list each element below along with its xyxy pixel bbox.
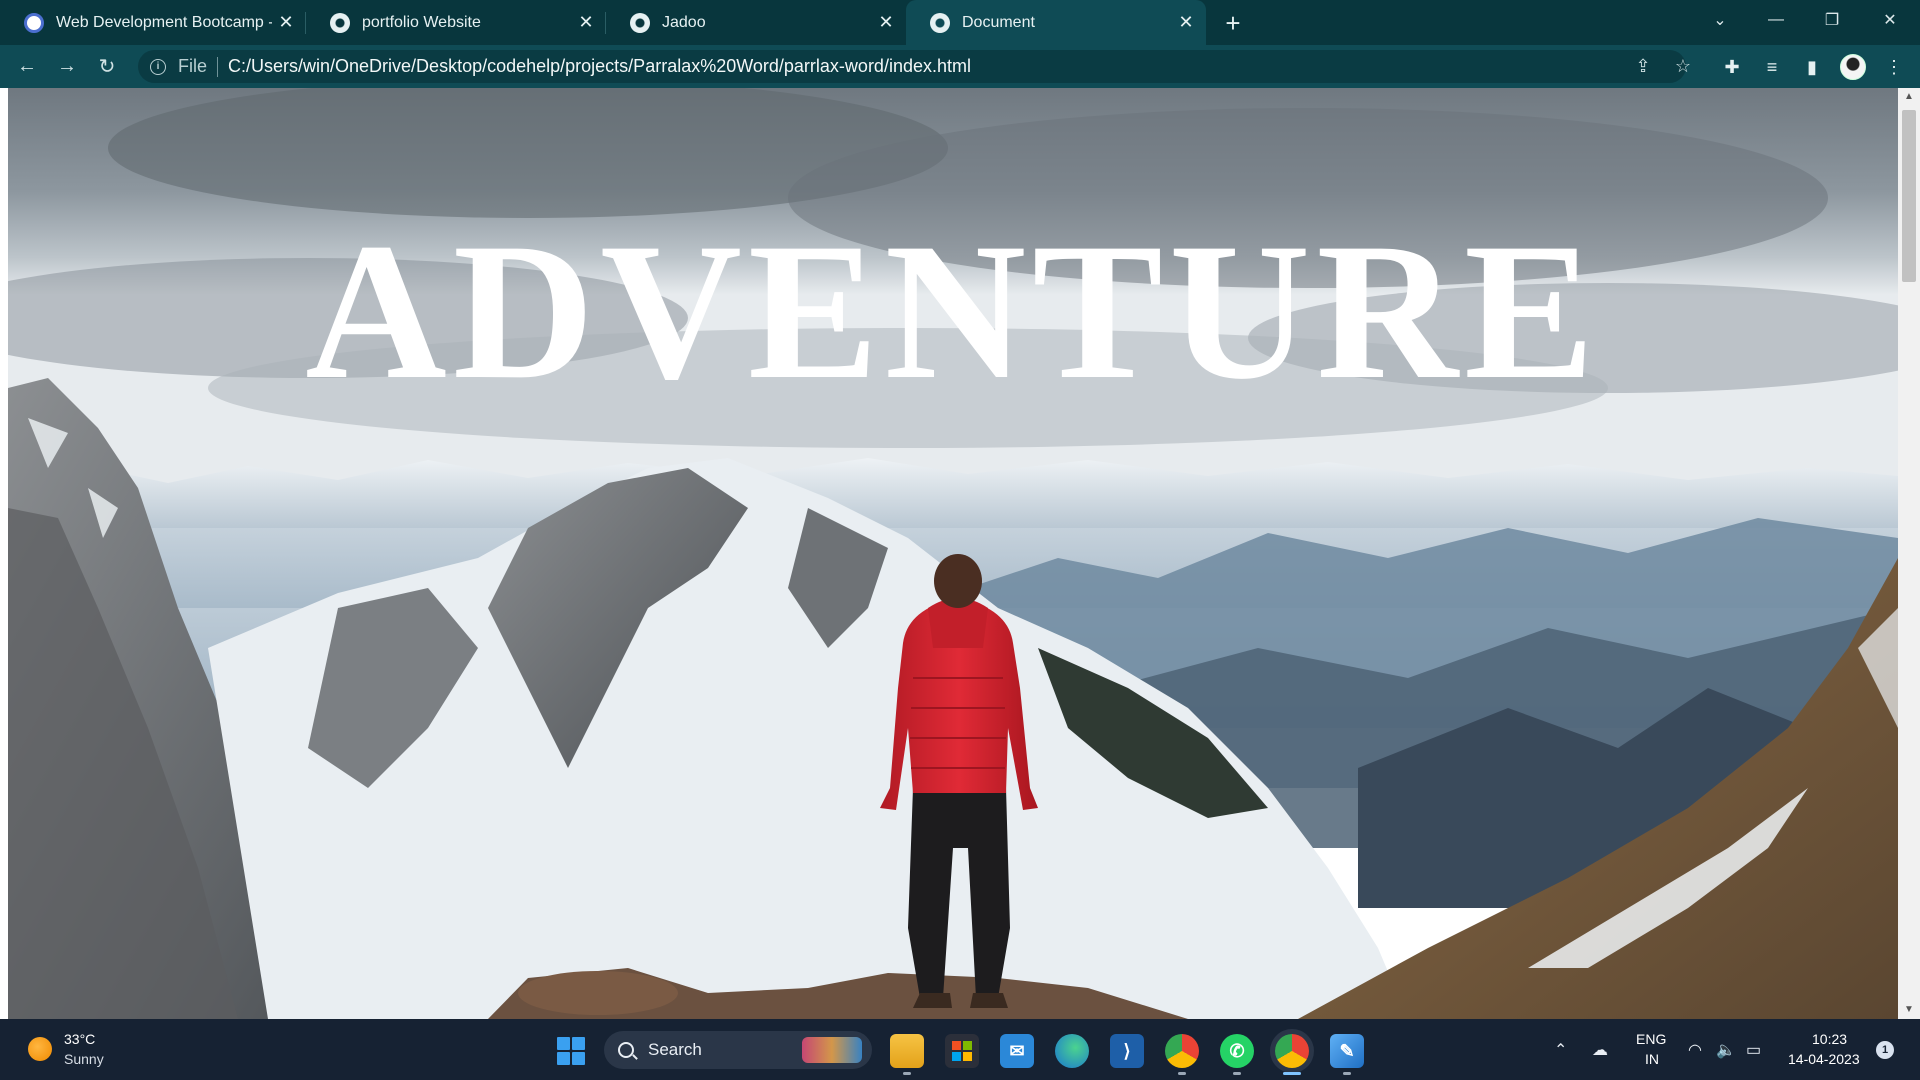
chrome-active-icon[interactable] <box>1275 1034 1309 1068</box>
viewport-edge <box>0 88 8 1019</box>
region-indicator[interactable]: IN <box>1645 1051 1659 1067</box>
running-indicator <box>1178 1072 1186 1075</box>
search-label: Search <box>648 1040 702 1059</box>
media-queue-icon[interactable]: ≡ <box>1758 53 1786 81</box>
address-divider <box>217 56 219 77</box>
page-viewport: ADVENTURE ▲ ▼ <box>0 88 1920 1019</box>
new-tab-button[interactable]: + <box>1218 8 1248 38</box>
bookmark-star-icon[interactable]: ☆ <box>1670 53 1696 79</box>
back-button[interactable]: ← <box>12 51 42 81</box>
battery-icon[interactable]: ▭ <box>1746 1040 1761 1060</box>
hero-section: ADVENTURE <box>8 88 1898 1019</box>
globe-icon <box>330 12 350 33</box>
close-tab-icon[interactable]: ✕ <box>272 9 300 37</box>
edge-icon[interactable] <box>1055 1034 1089 1068</box>
running-indicator <box>1233 1072 1241 1075</box>
scrollbar-thumb[interactable] <box>1902 110 1916 282</box>
chrome-icon[interactable] <box>1165 1034 1199 1068</box>
search-highlight-art <box>802 1037 862 1063</box>
weather-condition[interactable]: Sunny <box>64 1051 104 1067</box>
vscode-icon[interactable]: ⟩ <box>1110 1034 1144 1068</box>
close-tab-icon[interactable]: ✕ <box>1172 9 1200 37</box>
notification-badge[interactable]: 1 <box>1876 1041 1894 1059</box>
url-text[interactable]: C:/Users/win/OneDrive/Desktop/codehelp/p… <box>228 56 971 77</box>
close-window-button[interactable]: ✕ <box>1862 0 1918 40</box>
close-tab-icon[interactable]: ✕ <box>572 9 600 37</box>
sun-icon[interactable] <box>28 1037 52 1061</box>
search-icon <box>618 1042 634 1058</box>
share-icon[interactable]: ⇪ <box>1630 53 1656 79</box>
volume-icon[interactable]: 🔈 <box>1716 1040 1736 1060</box>
menu-kebab-icon[interactable]: ⋮ <box>1880 53 1908 81</box>
language-indicator[interactable]: ENG <box>1636 1031 1666 1047</box>
show-hidden-icons-chevron-icon[interactable]: ⌃ <box>1554 1040 1567 1060</box>
close-tab-icon[interactable]: ✕ <box>872 9 900 37</box>
codehelp-favicon-icon <box>24 12 44 33</box>
vertical-scrollbar[interactable]: ▲ ▼ <box>1898 88 1920 1019</box>
tab-jadoo[interactable]: Jadoo ✕ <box>606 0 906 45</box>
mail-icon[interactable]: ✉ <box>1000 1034 1034 1068</box>
active-window-indicator <box>1283 1072 1301 1075</box>
clock-time[interactable]: 10:23 <box>1812 1031 1847 1047</box>
tab-title: Jadoo <box>662 13 706 31</box>
running-indicator <box>1343 1072 1351 1075</box>
scroll-up-arrow-icon[interactable]: ▲ <box>1903 91 1915 103</box>
globe-icon <box>630 12 650 33</box>
weather-temperature[interactable]: 33°C <box>64 1031 95 1047</box>
windows-start-button[interactable] <box>557 1037 585 1065</box>
microsoft-store-icon[interactable] <box>945 1034 979 1068</box>
globe-icon <box>930 12 950 33</box>
tab-title: Document <box>962 13 1035 31</box>
tab-search-chevron-icon[interactable]: ⌄ <box>1692 0 1748 40</box>
tab-document[interactable]: Document ✕ <box>906 0 1206 45</box>
onedrive-error-icon[interactable]: ☁ <box>1592 1040 1608 1060</box>
taskbar-search-box[interactable]: Search <box>604 1031 872 1069</box>
restore-button[interactable]: ❐ <box>1804 0 1860 40</box>
file-explorer-icon[interactable] <box>890 1034 924 1068</box>
tab-web-development-bootcamp[interactable]: Web Development Bootcamp - C ✕ <box>0 0 306 45</box>
clock-date[interactable]: 14-04-2023 <box>1788 1051 1860 1067</box>
forward-button[interactable]: → <box>52 51 82 81</box>
running-indicator <box>903 1072 911 1075</box>
info-icon[interactable]: i <box>150 58 166 75</box>
scheme-label: File <box>178 56 208 76</box>
minimize-button[interactable]: — <box>1748 0 1804 40</box>
whatsapp-icon[interactable]: ✆ <box>1220 1034 1254 1068</box>
side-panel-icon[interactable]: ▮ <box>1798 53 1826 81</box>
paint-icon[interactable]: ✎ <box>1330 1034 1364 1068</box>
tab-portfolio-website[interactable]: portfolio Website ✕ <box>306 0 606 45</box>
browser-toolbar: ← → ↻ i File C:/Users/win/OneDrive/Deskt… <box>0 45 1920 88</box>
profile-avatar[interactable] <box>1840 54 1866 80</box>
address-bar[interactable]: i File C:/Users/win/OneDrive/Desktop/cod… <box>138 50 1686 83</box>
tab-title: portfolio Website <box>362 13 481 31</box>
wifi-icon[interactable]: ◠ <box>1688 1040 1702 1060</box>
extensions-icon[interactable]: ✚ <box>1718 53 1746 81</box>
scroll-down-arrow-icon[interactable]: ▼ <box>1903 1004 1915 1016</box>
tab-title: Web Development Bootcamp - C <box>56 13 272 31</box>
browser-tab-strip: Web Development Bootcamp - C ✕ portfolio… <box>0 0 1920 45</box>
reload-button[interactable]: ↻ <box>92 51 122 81</box>
hero-headline: ADVENTURE <box>305 203 1601 420</box>
